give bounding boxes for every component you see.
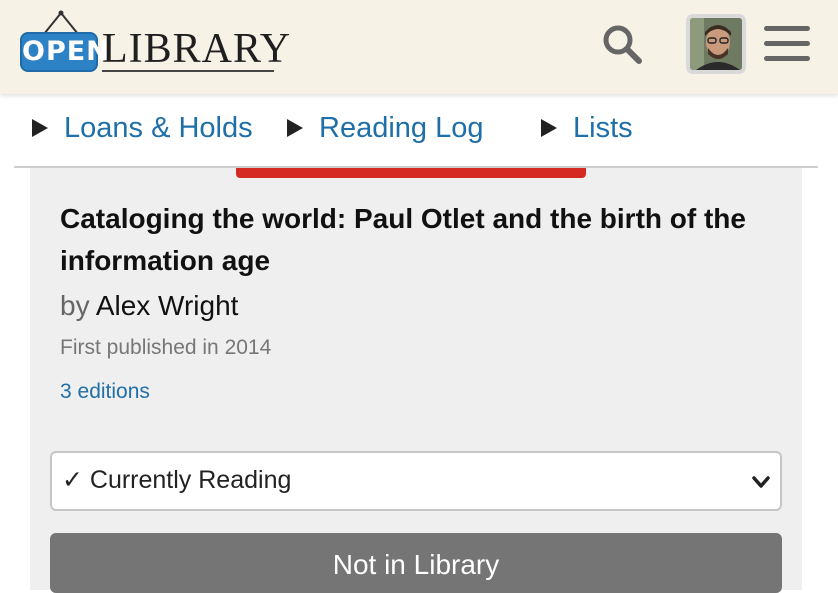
reading-status-select[interactable]: ✓ Currently Reading (50, 451, 782, 511)
user-avatar-icon (690, 18, 742, 70)
logo-open-badge: OPEN (20, 32, 109, 72)
search-button[interactable] (598, 20, 646, 68)
my-books-nav: Loans & Holds Reading Log Lists (14, 94, 818, 168)
nav-item-loans-holds[interactable]: Loans & Holds (32, 110, 253, 146)
byline-prefix: by (60, 290, 90, 321)
triangle-right-icon (32, 119, 48, 137)
nav-label: Reading Log (319, 111, 484, 144)
reading-status-value: ✓ Currently Reading (62, 466, 292, 494)
site-header: OPEN LIBRARY (0, 0, 838, 94)
logo-library-text: LIBRARY (102, 26, 292, 72)
nav-item-reading-log[interactable]: Reading Log (287, 110, 483, 146)
not-in-library-label: Not in Library (332, 549, 500, 580)
nav-label: Lists (573, 111, 633, 144)
author-link[interactable]: Alex Wright (96, 290, 239, 321)
book-title: Cataloging the world: Paul Otlet and the… (60, 203, 746, 276)
triangle-right-icon (541, 119, 557, 137)
open-library-logo[interactable]: OPEN LIBRARY (18, 10, 290, 76)
book-byline: by Alex Wright (60, 290, 238, 322)
avatar (690, 18, 742, 70)
hamburger-menu-button[interactable] (764, 22, 810, 66)
nav-item-lists[interactable]: Lists (541, 110, 633, 146)
not-in-library-button[interactable]: Not in Library (50, 533, 782, 593)
first-published: First published in 2014 (60, 336, 272, 359)
nav-label: Loans & Holds (64, 111, 253, 144)
chevron-down-icon (752, 476, 770, 488)
hamburger-menu-icon (764, 26, 810, 61)
logo-underline (102, 70, 274, 72)
search-icon (603, 25, 642, 64)
editions-link[interactable]: 3 editions (60, 380, 150, 404)
user-avatar-button[interactable] (686, 14, 746, 74)
triangle-right-icon (287, 119, 303, 137)
